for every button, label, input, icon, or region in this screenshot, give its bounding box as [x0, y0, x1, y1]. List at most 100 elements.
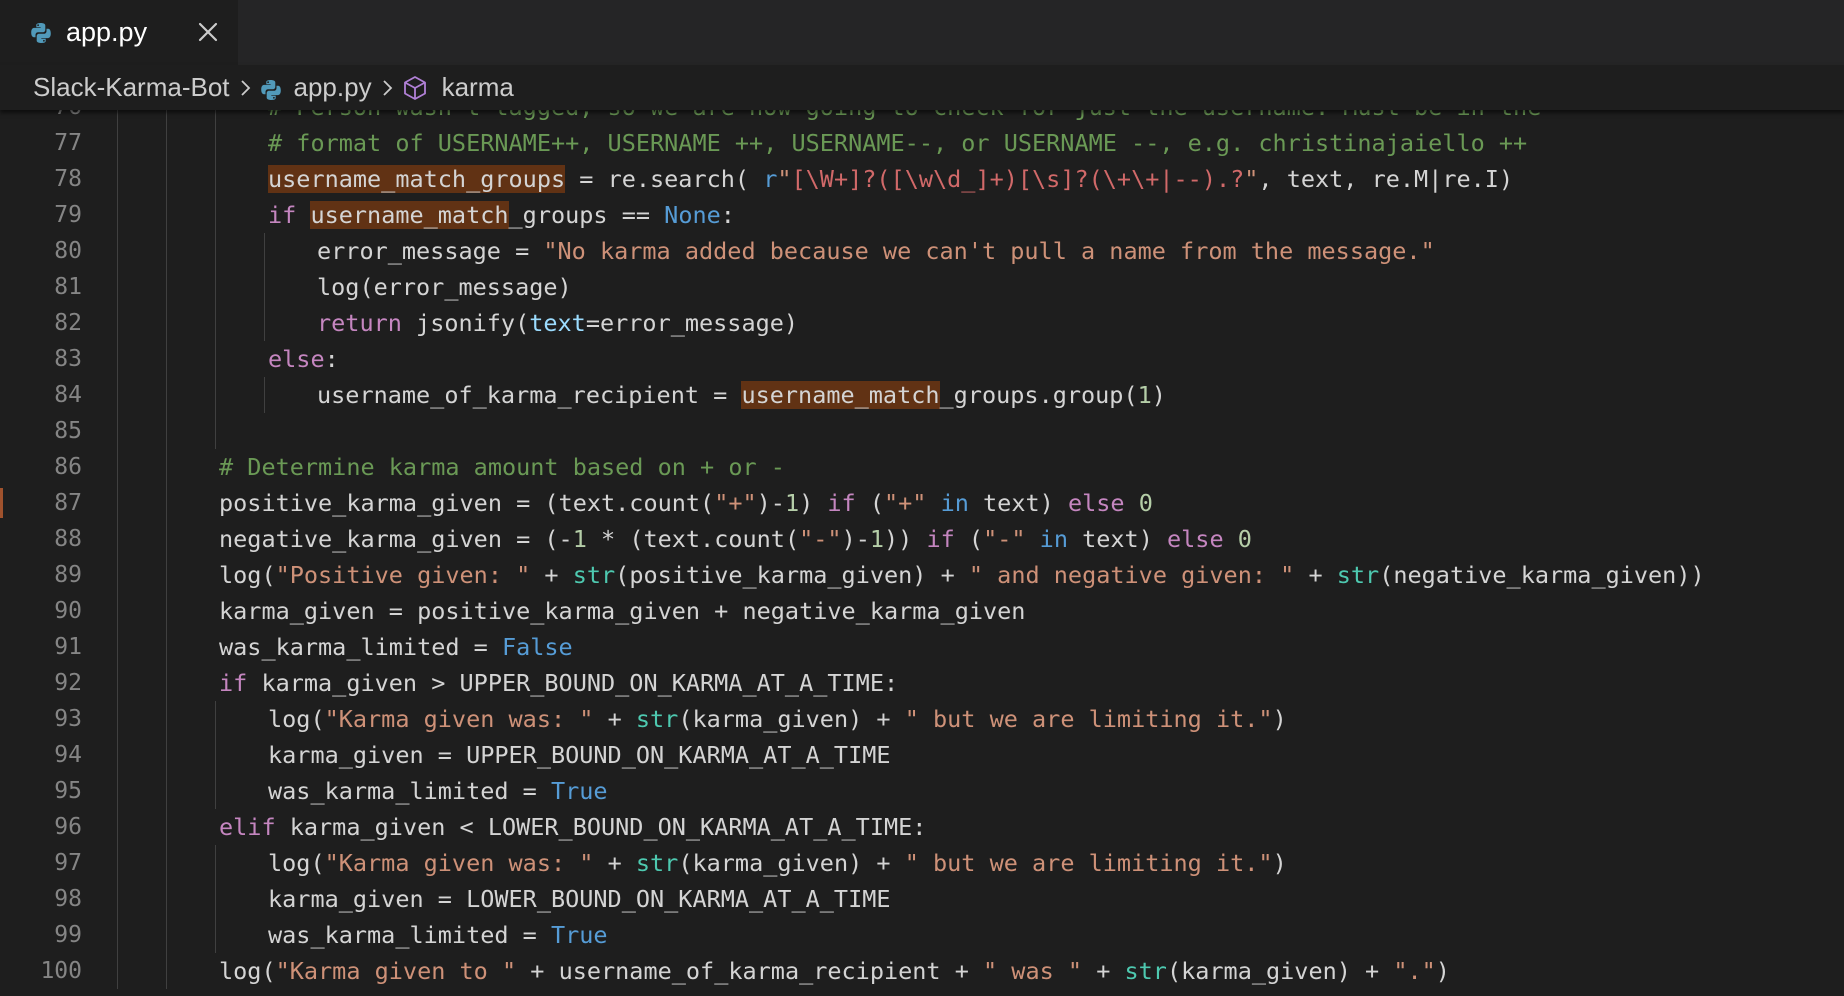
indent-guide	[166, 521, 167, 557]
code-token: +	[1082, 957, 1125, 985]
indent-guide	[117, 341, 118, 377]
code-line[interactable]: 83 else:	[0, 341, 1844, 377]
code-line[interactable]: 94 karma_given = UPPER_BOUND_ON_KARMA_AT_…	[0, 737, 1844, 773]
indent-guide	[264, 269, 265, 305]
code-text: return jsonify(text=error_message)	[317, 305, 798, 341]
code-token: )	[1435, 957, 1450, 985]
indent-guide	[215, 269, 216, 305]
code-token: " but we are limiting it."	[904, 849, 1273, 877]
indent-guide	[117, 629, 118, 665]
code-line[interactable]: 82 return jsonify(text=error_message)	[0, 305, 1844, 341]
code-token: )	[1272, 849, 1287, 877]
code-line[interactable]: 92 if karma_given > UPPER_BOUND_ON_KARMA_…	[0, 665, 1844, 701]
code-token: else	[1167, 525, 1224, 553]
code-text: elif karma_given < LOWER_BOUND_ON_KARMA_…	[219, 809, 926, 845]
line-number: 90	[54, 598, 82, 624]
indent-guide	[166, 341, 167, 377]
python-icon	[30, 22, 52, 44]
indent-guide	[117, 881, 118, 917]
code-token: , text, re.M|re.I)	[1258, 165, 1514, 193]
line-number: 80	[54, 238, 82, 264]
indent-guide	[215, 125, 216, 161]
code-token: error_message =	[317, 237, 544, 265]
code-line[interactable]: 78 username_match_groups = re.search( r"[…	[0, 161, 1844, 197]
code-token: "."	[1393, 957, 1436, 985]
indent-guide	[117, 125, 118, 161]
line-number: 88	[54, 526, 82, 552]
indent-guide	[117, 413, 118, 449]
code-line[interactable]: 91 was_karma_limited = False	[0, 629, 1844, 665]
code-line[interactable]: 96 elif karma_given < LOWER_BOUND_ON_KARM…	[0, 809, 1844, 845]
indent-guide	[215, 737, 216, 773]
code-line[interactable]: 84 username_of_karma_recipient = username…	[0, 377, 1844, 413]
code-line[interactable]: 88 negative_karma_given = (-1 * (text.cou…	[0, 521, 1844, 557]
code-token: )-	[756, 489, 785, 517]
code-token: True	[550, 921, 608, 949]
code-line[interactable]: 86 # Determine karma amount based on + or…	[0, 449, 1844, 485]
breadcrumb-item-symbol[interactable]: karma	[402, 72, 514, 103]
code-token: (karma_given) +	[1166, 957, 1394, 985]
code-line[interactable]: 80 error_message = "No karma added becaus…	[0, 233, 1844, 269]
breadcrumb-item-folder[interactable]: Slack-Karma-Bot	[33, 72, 230, 103]
indent-guide	[117, 377, 118, 413]
code-token: if	[827, 489, 856, 517]
code-token: )	[1151, 381, 1166, 409]
code-token: elif	[219, 813, 276, 841]
code-line[interactable]: 98 karma_given = LOWER_BOUND_ON_KARMA_AT_…	[0, 881, 1844, 917]
code-token: karma_given < LOWER_BOUND_ON_KARMA_AT_A_…	[275, 813, 927, 841]
code-text: log("Positive given: " + str(positive_ka…	[219, 557, 1705, 593]
code-line[interactable]: 95 was_karma_limited = True	[0, 773, 1844, 809]
code-token: was_karma_limited =	[219, 633, 502, 661]
indent-guide	[166, 233, 167, 269]
code-line[interactable]: 90 karma_given = positive_karma_given + n…	[0, 593, 1844, 629]
indent-guide	[117, 557, 118, 593]
code-token: negative_karma_given = (-	[219, 525, 573, 553]
code-token: 0	[1138, 489, 1153, 517]
code-token: "-"	[983, 525, 1026, 553]
line-number: 92	[54, 670, 82, 696]
code-text: log("Karma given was: " + str(karma_give…	[268, 701, 1287, 737]
indent-guide	[166, 701, 167, 737]
indent-guide	[166, 161, 167, 197]
code-line[interactable]: 97 log("Karma given was: " + str(karma_gi…	[0, 845, 1844, 881]
code-line[interactable]: 100 log("Karma given to " + username_of_k…	[0, 953, 1844, 989]
indent-guide	[215, 377, 216, 413]
indent-guide	[117, 161, 118, 197]
code-line[interactable]: 99 was_karma_limited = True	[0, 917, 1844, 953]
code-token: 1	[784, 489, 800, 517]
indent-guide	[117, 449, 118, 485]
code-line[interactable]: 85	[0, 413, 1844, 449]
code-token: if	[219, 669, 248, 697]
code-token: +	[593, 705, 636, 733]
code-line[interactable]: 77 # format of USERNAME++, USERNAME ++, U…	[0, 125, 1844, 161]
code-text: # Determine karma amount based on + or -	[219, 449, 785, 485]
indent-guide	[166, 125, 167, 161]
code-line[interactable]: 87 positive_karma_given = (text.count("+"…	[0, 485, 1844, 521]
code-text: username_match_groups = re.search( r"[\W…	[268, 161, 1513, 197]
indent-guide	[117, 809, 118, 845]
code-line[interactable]: 89 log("Positive given: " + str(positive_…	[0, 557, 1844, 593]
chevron-right-icon	[382, 78, 394, 98]
code-token: return	[317, 309, 417, 337]
code-line[interactable]: 81 log(error_message)	[0, 269, 1844, 305]
code-token: " but we are limiting it."	[904, 705, 1273, 733]
indent-guide	[166, 377, 167, 413]
code-line[interactable]: 93 log("Karma given was: " + str(karma_gi…	[0, 701, 1844, 737]
line-number: 98	[54, 886, 82, 912]
line-number: 93	[54, 706, 82, 732]
indent-guide	[166, 665, 167, 701]
close-icon[interactable]	[194, 18, 222, 46]
code-text: was_karma_limited = True	[268, 917, 608, 953]
code-token: else	[268, 345, 325, 373]
code-editor[interactable]: 76 # Person wasn't tagged, so we are now …	[0, 107, 1844, 996]
indent-guide	[117, 233, 118, 269]
code-token: " was "	[983, 957, 1083, 985]
indent-guide	[166, 845, 167, 881]
line-number: 89	[54, 562, 82, 588]
breadcrumb-item-file[interactable]: app.py	[260, 72, 372, 103]
code-line[interactable]: 79 if username_match_groups == None:	[0, 197, 1844, 233]
tab-app-py[interactable]: app.py	[0, 0, 238, 65]
indent-guide	[117, 701, 118, 737]
code-token: 1	[572, 525, 587, 553]
